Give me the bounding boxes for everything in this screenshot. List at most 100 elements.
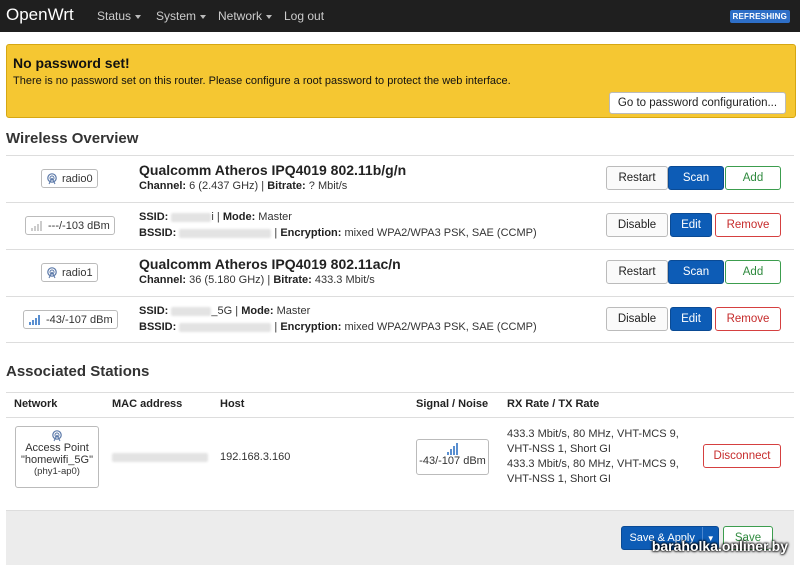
radio1-scan-button[interactable]: Scan <box>668 260 724 284</box>
chevron-down-icon <box>135 14 142 19</box>
radio0-restart-button[interactable]: Restart <box>606 166 668 190</box>
radio0-network-ssid-line: SSID: i | Mode: Master <box>139 211 292 223</box>
page-actions-bar: Save & Apply ▼ Save baraholka.onliner.by <box>6 510 794 565</box>
radio0-network-encryption: mixed WPA2/WPA3 PSK, SAE (CCMP) <box>344 227 537 239</box>
station-rates: 433.3 Mbit/s, 80 MHz, VHT-MCS 9, VHT-NSS… <box>507 427 687 487</box>
radio0-title: Qualcomm Atheros IPQ4019 802.11b/g/n <box>139 162 407 178</box>
wireless-radio-icon <box>16 430 98 442</box>
col-mac-address: MAC address <box>112 398 183 410</box>
watermark: baraholka.onliner.by <box>651 538 788 554</box>
stations-table-header: Network MAC address Host Signal / Noise … <box>6 392 794 418</box>
nav-status-label: Status <box>97 9 132 23</box>
radio1-add-button[interactable]: Add <box>725 260 781 284</box>
redacted-bssid <box>179 228 272 238</box>
table-row: Access Point "homewifi_5G" (phy1-ap0) 19… <box>6 418 794 494</box>
radio0-add-button[interactable]: Add <box>725 166 781 190</box>
radio0-network-edit-button[interactable]: Edit <box>670 213 712 237</box>
wireless-radio-icon <box>46 172 58 185</box>
radio1-bitrate: 433.3 Mbit/s <box>314 274 375 286</box>
radio0-badge[interactable]: radio0 <box>41 169 98 188</box>
radio0-channel: 6 (2.437 GHz) <box>189 180 259 192</box>
radio0-scan-button[interactable]: Scan <box>668 166 724 190</box>
signal-weak-icon <box>30 220 44 231</box>
radio0-ssid-suffix: i <box>211 211 214 223</box>
radio1-network-edit-button[interactable]: Edit <box>670 307 712 331</box>
nav-system[interactable]: System <box>156 9 207 23</box>
radio0-network-row: ---/-103 dBm SSID: i | Mode: Master BSSI… <box>6 202 794 249</box>
radio1-title: Qualcomm Atheros IPQ4019 802.11ac/n <box>139 256 401 272</box>
radio1-row: radio1 Qualcomm Atheros IPQ4019 802.11ac… <box>6 249 794 296</box>
redacted-bssid <box>179 322 272 332</box>
disconnect-button[interactable]: Disconnect <box>703 444 781 468</box>
station-network-badge[interactable]: Access Point "homewifi_5G" (phy1-ap0) <box>15 426 99 488</box>
radio0-info: Channel: 6 (2.437 GHz) | Bitrate: ? Mbit… <box>139 180 348 192</box>
redacted-ssid <box>171 306 212 316</box>
channel-label: Channel: <box>139 180 187 192</box>
redacted-mac-address <box>112 453 208 462</box>
password-config-button[interactable]: Go to password configuration... <box>609 92 786 114</box>
station-rx-rate: 433.3 Mbit/s, 80 MHz, VHT-MCS 9, VHT-NSS… <box>507 428 679 455</box>
radio1-network-encryption: mixed WPA2/WPA3 PSK, SAE (CCMP) <box>344 321 537 333</box>
ssid-label: SSID: <box>139 305 169 317</box>
no-password-alert: No password set! There is no password se… <box>6 44 796 118</box>
radio1-restart-button[interactable]: Restart <box>606 260 668 284</box>
nav-logout[interactable]: Log out <box>284 9 324 23</box>
radio1-network-ssid-line: SSID: _5G | Mode: Master <box>139 305 311 317</box>
channel-label: Channel: <box>139 274 187 286</box>
station-network-ssid: "homewifi_5G" <box>20 454 93 466</box>
radio0-network-mode: Master <box>258 211 292 223</box>
station-host: 192.168.3.160 <box>220 451 291 463</box>
brand-logo[interactable]: OpenWrt <box>6 5 74 25</box>
wireless-overview-heading: Wireless Overview <box>6 130 139 147</box>
nav-status[interactable]: Status <box>97 9 142 23</box>
bitrate-label: Bitrate: <box>273 274 312 286</box>
radio0-bitrate: ? Mbit/s <box>308 180 348 192</box>
refreshing-badge[interactable]: REFRESHING <box>729 10 790 23</box>
radio1-ssid-suffix: _5G <box>211 305 233 317</box>
top-navbar: OpenWrt Status System Network Log out RE… <box>0 0 800 32</box>
radio1-info: Channel: 36 (5.180 GHz) | Bitrate: 433.3… <box>139 274 375 286</box>
ssid-label: SSID: <box>139 211 169 223</box>
radio1-network-signal: -43/-107 dBm <box>46 313 113 326</box>
radio1-network-remove-button[interactable]: Remove <box>715 307 781 331</box>
station-network-iface: (phy1-ap0) <box>34 466 80 477</box>
encryption-label: Encryption: <box>280 321 342 333</box>
chevron-down-icon <box>266 14 273 19</box>
radio1-network-row: -43/-107 dBm SSID: _5G | Mode: Master BS… <box>6 296 794 343</box>
radio1-label: radio1 <box>62 266 93 279</box>
col-host: Host <box>220 398 245 410</box>
radio1-network-signal-badge[interactable]: -43/-107 dBm <box>23 310 118 329</box>
nav-system-label: System <box>156 9 197 23</box>
station-tx-rate: 433.3 Mbit/s, 80 MHz, VHT-MCS 9, VHT-NSS… <box>507 458 679 485</box>
radio1-network-bssid-line: BSSID: | Encryption: mixed WPA2/WPA3 PSK… <box>139 321 537 333</box>
wireless-radio-icon <box>46 266 58 279</box>
nav-network-label: Network <box>218 9 263 23</box>
radio0-label: radio0 <box>62 172 93 185</box>
alert-text: There is no password set on this router.… <box>13 75 511 87</box>
radio1-channel: 36 (5.180 GHz) <box>189 274 265 286</box>
nav-network[interactable]: Network <box>218 9 273 23</box>
mode-label: Mode: <box>222 211 256 223</box>
station-signal-badge[interactable]: -43/-107 dBm <box>416 439 489 475</box>
chevron-down-icon <box>200 14 207 19</box>
associated-stations-heading: Associated Stations <box>6 363 150 380</box>
signal-strong-icon <box>417 442 488 455</box>
col-signal-noise: Signal / Noise <box>416 398 489 410</box>
radio1-badge[interactable]: radio1 <box>41 263 98 282</box>
radio0-row: radio0 Qualcomm Atheros IPQ4019 802.11b/… <box>6 155 794 202</box>
radio0-network-bssid-line: BSSID: | Encryption: mixed WPA2/WPA3 PSK… <box>139 227 537 239</box>
radio0-network-signal-badge[interactable]: ---/-103 dBm <box>25 216 115 235</box>
col-rx-tx-rate: RX Rate / TX Rate <box>507 398 600 410</box>
radio1-network-mode: Master <box>276 305 311 317</box>
bssid-label: BSSID: <box>139 227 177 239</box>
signal-strong-icon <box>28 314 42 325</box>
radio0-network-signal: ---/-103 dBm <box>48 219 110 232</box>
radio0-network-disable-button[interactable]: Disable <box>606 213 668 237</box>
bssid-label: BSSID: <box>139 321 177 333</box>
bitrate-label: Bitrate: <box>267 180 306 192</box>
alert-title: No password set! <box>13 55 130 71</box>
radio0-network-remove-button[interactable]: Remove <box>715 213 781 237</box>
encryption-label: Encryption: <box>280 227 342 239</box>
redacted-ssid <box>171 212 212 222</box>
radio1-network-disable-button[interactable]: Disable <box>606 307 668 331</box>
